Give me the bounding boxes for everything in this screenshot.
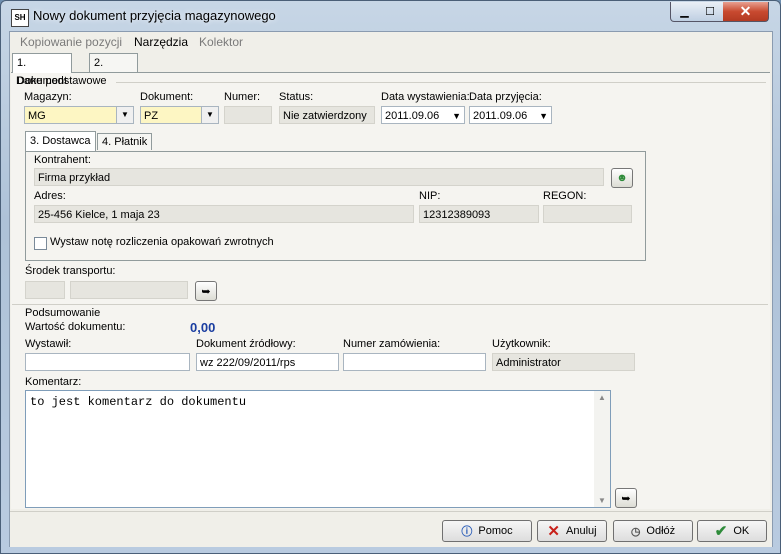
komentarz-label: Komentarz: [25, 376, 82, 388]
dokument-zrodlowy-label: Dokument źródłowy: [196, 338, 296, 350]
dokument-value: PZ [144, 110, 159, 122]
chevron-down-icon[interactable]: ▼ [116, 107, 133, 123]
scroll-up-icon[interactable]: ▲ [598, 393, 606, 402]
minimize-button[interactable]: ▁ [670, 2, 699, 22]
wystawil-label: Wystawił: [25, 338, 72, 350]
cancel-button-label: Anuluj [566, 525, 597, 537]
menu-kolektor[interactable]: Kolektor [199, 35, 243, 49]
postpone-button-label: Odłóż [646, 525, 676, 537]
tab-pozycje[interactable]: 2. Pozycje [89, 53, 138, 87]
komentarz-textarea[interactable]: to jest komentarz do dokumentu ▲ ▼ [25, 390, 611, 508]
group-divider [12, 304, 768, 305]
status-label: Status: [279, 91, 314, 103]
data-wystawienia-value: 2011.09.06 [385, 110, 440, 122]
numer-field [224, 106, 272, 124]
maximize-button[interactable]: ☐ [697, 2, 724, 22]
komentarz-text: to jest komentarz do dokumentu [30, 395, 247, 409]
transport-label: Środek transportu: [25, 265, 116, 277]
person-icon: ☻ [616, 172, 628, 184]
chevron-down-icon[interactable]: ▼ [539, 107, 548, 123]
help-button-label: Pomoc [478, 525, 513, 537]
menu-kopiowanie-pozycji[interactable]: Kopiowanie pozycji [20, 35, 122, 49]
folder-arrow-icon: ➥ [201, 285, 211, 298]
nota-checkbox-label: Wystaw notę rozliczenia opakowań zwrotny… [50, 236, 274, 248]
wartosc-value: 0,00 [190, 320, 216, 335]
title-bar[interactable]: SH Nowy dokument przyjęcia magazynowego … [1, 1, 780, 31]
dokument-select[interactable]: PZ ▼ [140, 106, 219, 124]
nip-label: NIP: [419, 190, 441, 202]
cancel-button[interactable]: ✕ Anuluj [537, 520, 607, 542]
action-bar: ⓘ Pomoc ✕ Anuluj ◷ Odłóż ✔ OK [10, 511, 772, 547]
group-divider [116, 82, 766, 83]
adres-label: Adres: [34, 190, 66, 202]
dokument-label: Dokument: [140, 91, 194, 103]
checkmark-icon: ✔ [714, 523, 728, 540]
close-icon: ✕ [547, 523, 560, 540]
ok-button-label: OK [733, 525, 750, 537]
select-contractor-button[interactable]: ☻ [611, 168, 633, 188]
scroll-down-icon[interactable]: ▼ [598, 496, 606, 505]
client-area: Kopiowanie pozycji Narzędzia Kolektor 1.… [9, 31, 773, 547]
numer-zamowienia-field[interactable] [343, 353, 486, 371]
uzytkownik-label: Użytkownik: [492, 338, 551, 350]
nota-checkbox[interactable] [34, 237, 47, 250]
postpone-button[interactable]: ◷ Odłóż [613, 520, 693, 542]
transport-name-field [70, 281, 188, 299]
kontrahent-field: Firma przykład [34, 168, 604, 186]
data-wystawienia-picker[interactable]: 2011.09.06 ▼ [381, 106, 465, 124]
magazyn-label: Magazyn: [24, 91, 72, 103]
dostawca-panel: Kontrahent: Firma przykład ☻ Adres: 25-4… [25, 151, 646, 261]
adres-field: 25-456 Kielce, 1 maja 23 [34, 205, 414, 223]
tab-dostawca[interactable]: 3. Dostawca [25, 131, 96, 151]
dokument-zrodlowy-field[interactable]: wz 222/09/2011/rps [196, 353, 339, 371]
status-field: Nie zatwierdzony [279, 106, 375, 124]
select-transport-button[interactable]: ➥ [195, 281, 217, 301]
ok-button[interactable]: ✔ OK [697, 520, 767, 542]
chevron-down-icon[interactable]: ▼ [201, 107, 218, 123]
data-przyjecia-picker[interactable]: 2011.09.06 ▼ [469, 106, 552, 124]
uzytkownik-field: Administrator [492, 353, 635, 371]
tab-platnik[interactable]: 4. Płatnik [97, 133, 153, 150]
tab-dokument[interactable]: 1. Dokument [12, 53, 73, 87]
kontrahent-label: Kontrahent: [34, 154, 91, 166]
nip-field: 12312389093 [419, 205, 539, 223]
magazyn-select[interactable]: MG ▼ [24, 106, 134, 124]
komentarz-scrollbar[interactable]: ▲ ▼ [594, 391, 610, 507]
folder-arrow-icon: ➥ [621, 492, 631, 505]
numer-label: Numer: [224, 91, 261, 103]
window-title: Nowy dokument przyjęcia magazynowego [33, 8, 276, 23]
clock-icon: ◷ [630, 525, 641, 538]
help-button[interactable]: ⓘ Pomoc [442, 520, 532, 542]
transport-code-field [25, 281, 65, 299]
wystawil-field[interactable] [25, 353, 190, 371]
close-button[interactable]: ✕ [723, 2, 769, 22]
chevron-down-icon[interactable]: ▼ [452, 107, 461, 123]
summary-group-label: Podsumowanie [25, 307, 101, 319]
wartosc-label: Wartość dokumentu: [25, 321, 126, 333]
close-icon: ✕ [739, 3, 752, 19]
komentarz-templates-button[interactable]: ➥ [615, 488, 637, 508]
data-przyjecia-value: 2011.09.06 [473, 110, 528, 122]
menu-bar: Kopiowanie pozycji Narzędzia Kolektor [10, 32, 772, 51]
data-wystawienia-label: Data wystawienia: [381, 91, 470, 103]
numer-zamowienia-label: Numer zamówienia: [343, 338, 441, 350]
info-icon: ⓘ [461, 526, 473, 538]
minimize-icon: ▁ [680, 6, 689, 18]
menu-narzedzia[interactable]: Narzędzia [134, 35, 188, 49]
regon-field [543, 205, 632, 223]
app-window: SH Nowy dokument przyjęcia magazynowego … [0, 0, 781, 554]
data-przyjecia-label: Data przyjęcia: [469, 91, 542, 103]
app-icon: SH [11, 9, 29, 27]
regon-label: REGON: [543, 190, 587, 202]
magazyn-value: MG [28, 110, 46, 122]
maximize-icon: ☐ [705, 6, 715, 18]
